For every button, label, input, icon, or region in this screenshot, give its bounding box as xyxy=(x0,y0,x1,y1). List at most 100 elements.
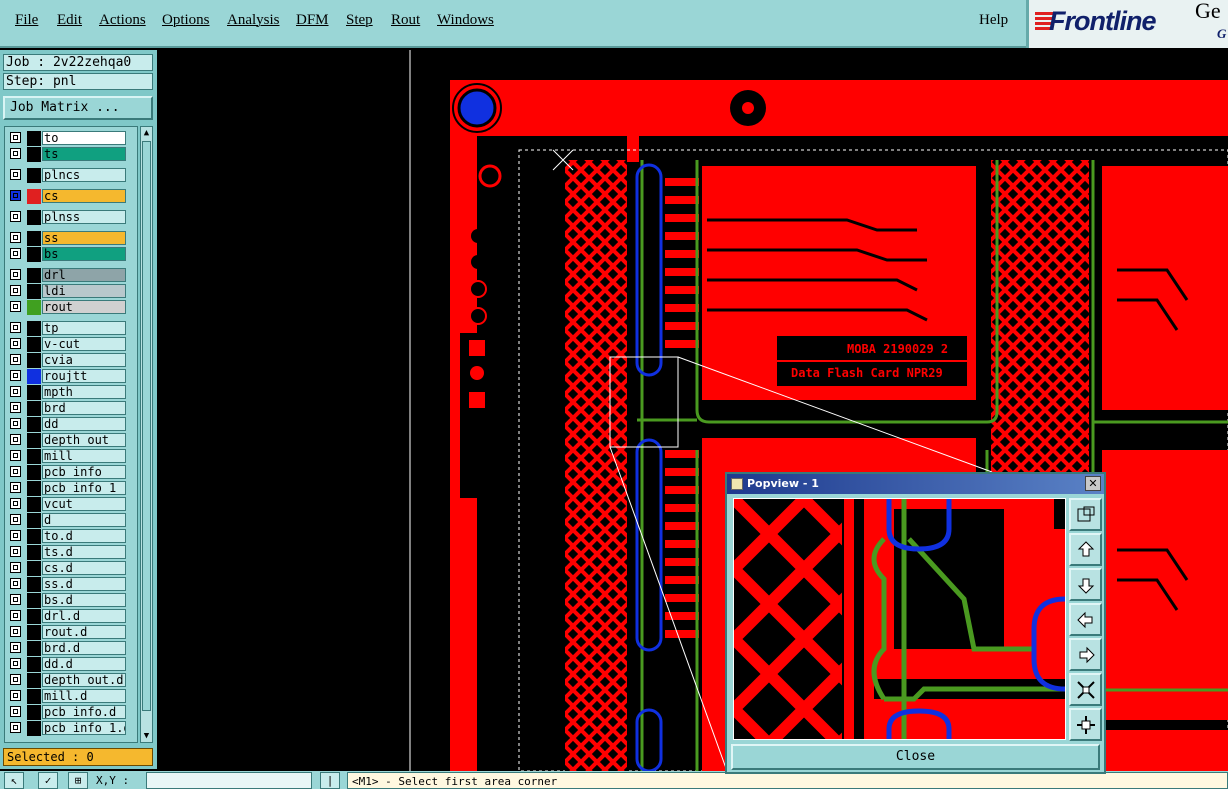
check-tool-icon[interactable]: ✓ xyxy=(38,772,58,789)
layer-name[interactable]: pcb_info_1 xyxy=(42,481,126,495)
layer-name[interactable]: roujtt xyxy=(42,369,126,383)
layer-row-pcb-info-d[interactable]: pcb_info.d xyxy=(7,705,129,720)
layer-row-mpth[interactable]: mpth xyxy=(7,385,129,400)
layer-checkbox[interactable] xyxy=(10,402,21,413)
layer-name[interactable]: mill xyxy=(42,449,126,463)
layer-color-swatch[interactable] xyxy=(27,449,41,464)
xy-input[interactable] xyxy=(146,772,312,789)
scroll-up-icon[interactable]: ▲ xyxy=(141,127,152,139)
layer-row-to-d[interactable]: to.d xyxy=(7,529,129,544)
layer-row-pcb-info-1-d[interactable]: pcb_info_1.d xyxy=(7,721,129,736)
layer-color-swatch[interactable] xyxy=(27,609,41,624)
close-icon[interactable]: ✕ xyxy=(1085,476,1101,491)
layer-color-swatch[interactable] xyxy=(27,497,41,512)
menu-help[interactable]: Help xyxy=(979,12,1008,29)
layer-color-swatch[interactable] xyxy=(27,481,41,496)
layer-checkbox[interactable] xyxy=(10,690,21,701)
layer-row-d[interactable]: d xyxy=(7,513,129,528)
layer-row-dd[interactable]: dd xyxy=(7,417,129,432)
layer-checkbox[interactable] xyxy=(10,269,21,280)
layer-checkbox[interactable] xyxy=(10,482,21,493)
layer-checkbox[interactable] xyxy=(10,578,21,589)
menu-actions[interactable]: Actions xyxy=(99,12,146,29)
layer-color-swatch[interactable] xyxy=(27,625,41,640)
layer-checkbox[interactable] xyxy=(10,418,21,429)
layer-color-swatch[interactable] xyxy=(27,417,41,432)
layer-color-swatch[interactable] xyxy=(27,300,41,315)
layer-color-swatch[interactable] xyxy=(27,337,41,352)
layer-row-bs[interactable]: bs xyxy=(7,247,129,262)
layer-name[interactable]: ts.d xyxy=(42,545,126,559)
layer-color-swatch[interactable] xyxy=(27,284,41,299)
layer-name[interactable]: plnss xyxy=(42,210,126,224)
layer-color-swatch[interactable] xyxy=(27,231,41,246)
layer-name[interactable]: pcb_info xyxy=(42,465,126,479)
layer-row-roujtt[interactable]: roujtt xyxy=(7,369,129,384)
layer-checkbox[interactable] xyxy=(10,386,21,397)
layer-name[interactable]: to.d xyxy=(42,529,126,543)
layer-color-swatch[interactable] xyxy=(27,513,41,528)
layer-name[interactable]: cs xyxy=(42,189,126,203)
layer-color-swatch[interactable] xyxy=(27,369,41,384)
layer-checkbox[interactable] xyxy=(10,594,21,605)
layer-color-swatch[interactable] xyxy=(27,210,41,225)
layer-color-swatch[interactable] xyxy=(27,268,41,283)
layer-row-ss[interactable]: ss xyxy=(7,231,129,246)
layer-name[interactable]: v-cut xyxy=(42,337,126,351)
pan-down-icon[interactable] xyxy=(1069,568,1102,601)
layer-name[interactable]: depth_out.d xyxy=(42,673,126,687)
layer-name[interactable]: brd xyxy=(42,401,126,415)
layer-row-ss-d[interactable]: ss.d xyxy=(7,577,129,592)
layer-checkbox[interactable] xyxy=(10,466,21,477)
layer-color-swatch[interactable] xyxy=(27,577,41,592)
layer-row-bs-d[interactable]: bs.d xyxy=(7,593,129,608)
layer-checkbox[interactable] xyxy=(10,434,21,445)
menu-edit[interactable]: Edit xyxy=(57,12,82,29)
layer-color-swatch[interactable] xyxy=(27,247,41,262)
layer-name[interactable]: drl.d xyxy=(42,609,126,623)
layer-checkbox[interactable] xyxy=(10,338,21,349)
layer-row-mill[interactable]: mill xyxy=(7,449,129,464)
layer-checkbox[interactable] xyxy=(10,498,21,509)
snap-tool-icon[interactable]: ⊞ xyxy=(68,772,88,789)
layer-name[interactable]: mpth xyxy=(42,385,126,399)
layer-color-swatch[interactable] xyxy=(27,321,41,336)
layer-name[interactable]: drl xyxy=(42,268,126,282)
layer-checkbox[interactable] xyxy=(10,658,21,669)
pipe-tool-icon[interactable]: | xyxy=(320,772,340,789)
layer-row-cs-d[interactable]: cs.d xyxy=(7,561,129,576)
layer-row-pcb-info[interactable]: pcb_info xyxy=(7,465,129,480)
layer-name[interactable]: cs.d xyxy=(42,561,126,575)
layer-row-to[interactable]: to xyxy=(7,131,129,146)
layer-color-swatch[interactable] xyxy=(27,673,41,688)
pan-up-icon[interactable] xyxy=(1069,533,1102,566)
layer-color-swatch[interactable] xyxy=(27,385,41,400)
layer-checkbox[interactable] xyxy=(10,285,21,296)
layer-row-cs[interactable]: cs xyxy=(7,189,129,204)
layer-row-rout-d[interactable]: rout.d xyxy=(7,625,129,640)
layer-row-depth-out-d[interactable]: depth_out.d xyxy=(7,673,129,688)
layer-checkbox[interactable] xyxy=(10,530,21,541)
layer-row-drl[interactable]: drl xyxy=(7,268,129,283)
popview-close-button[interactable]: Close xyxy=(731,744,1100,770)
layer-row-brd-d[interactable]: brd.d xyxy=(7,641,129,656)
layer-row-mill-d[interactable]: mill.d xyxy=(7,689,129,704)
layer-name[interactable]: to xyxy=(42,131,126,145)
layer-name[interactable]: ts xyxy=(42,147,126,161)
layer-name[interactable]: cvia xyxy=(42,353,126,367)
layer-color-swatch[interactable] xyxy=(27,529,41,544)
layer-list-scrollbar[interactable]: ▲ ▼ xyxy=(140,126,153,743)
menu-analysis[interactable]: Analysis xyxy=(227,12,280,29)
layer-name[interactable]: brd.d xyxy=(42,641,126,655)
layer-checkbox[interactable] xyxy=(10,370,21,381)
layer-row-vcut[interactable]: vcut xyxy=(7,497,129,512)
layer-color-swatch[interactable] xyxy=(27,353,41,368)
zoom-out-icon[interactable] xyxy=(1069,708,1102,741)
layer-color-swatch[interactable] xyxy=(27,593,41,608)
layer-checkbox[interactable] xyxy=(10,642,21,653)
layer-checkbox[interactable] xyxy=(10,211,21,222)
layer-color-swatch[interactable] xyxy=(27,545,41,560)
layer-color-swatch[interactable] xyxy=(27,147,41,162)
layer-checkbox[interactable] xyxy=(10,354,21,365)
popview-canvas[interactable] xyxy=(733,498,1066,740)
